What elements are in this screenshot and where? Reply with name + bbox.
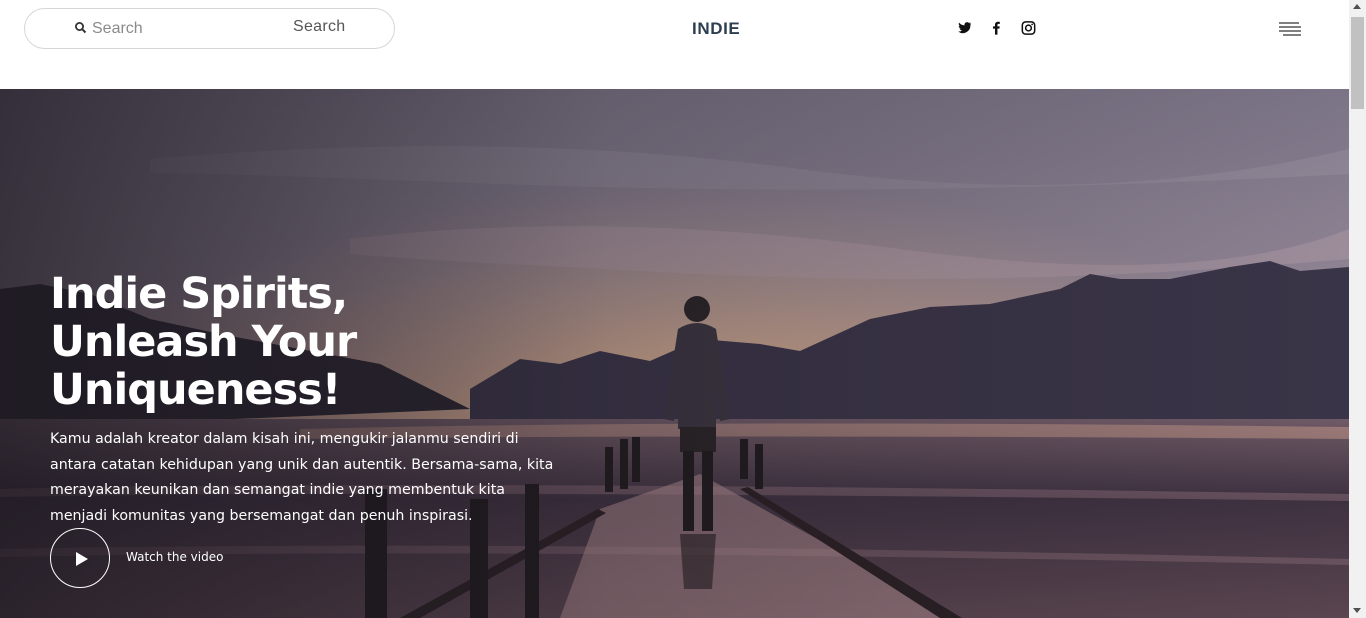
- search-input[interactable]: [92, 18, 272, 40]
- search-form: Search: [24, 8, 395, 49]
- social-links: [955, 18, 1038, 38]
- twitter-icon[interactable]: [955, 18, 974, 38]
- scrollbar-thumb[interactable]: [1351, 17, 1364, 109]
- hero-description: Kamu adalah kreator dalam kisah ini, men…: [50, 431, 554, 524]
- instagram-icon[interactable]: [1019, 18, 1038, 38]
- facebook-icon[interactable]: [987, 18, 1006, 38]
- hamburger-menu-icon[interactable]: [1277, 21, 1301, 37]
- hero-title-line: Indie Spirits,: [50, 269, 348, 319]
- play-video-button[interactable]: [50, 528, 110, 588]
- hero-title: Indie Spirits, Unleash Your Uniqueness!: [50, 269, 357, 415]
- hero-title-line: Unleash Your: [50, 317, 357, 367]
- search-icon: [75, 22, 87, 34]
- hero-title-line: Uniqueness!: [50, 365, 341, 415]
- play-icon: [76, 552, 88, 566]
- watch-video-link[interactable]: Watch the video: [126, 550, 223, 564]
- page-scrollbar[interactable]: [1349, 0, 1366, 618]
- scroll-down-arrow-icon[interactable]: [1353, 608, 1361, 613]
- search-button[interactable]: Search: [293, 18, 346, 36]
- scroll-up-arrow-icon[interactable]: [1353, 4, 1361, 9]
- site-header: Search INDIE: [0, 0, 1349, 89]
- hero-section: Indie Spirits, Unleash Your Uniqueness! …: [0, 89, 1349, 618]
- site-logo[interactable]: INDIE: [692, 19, 740, 39]
